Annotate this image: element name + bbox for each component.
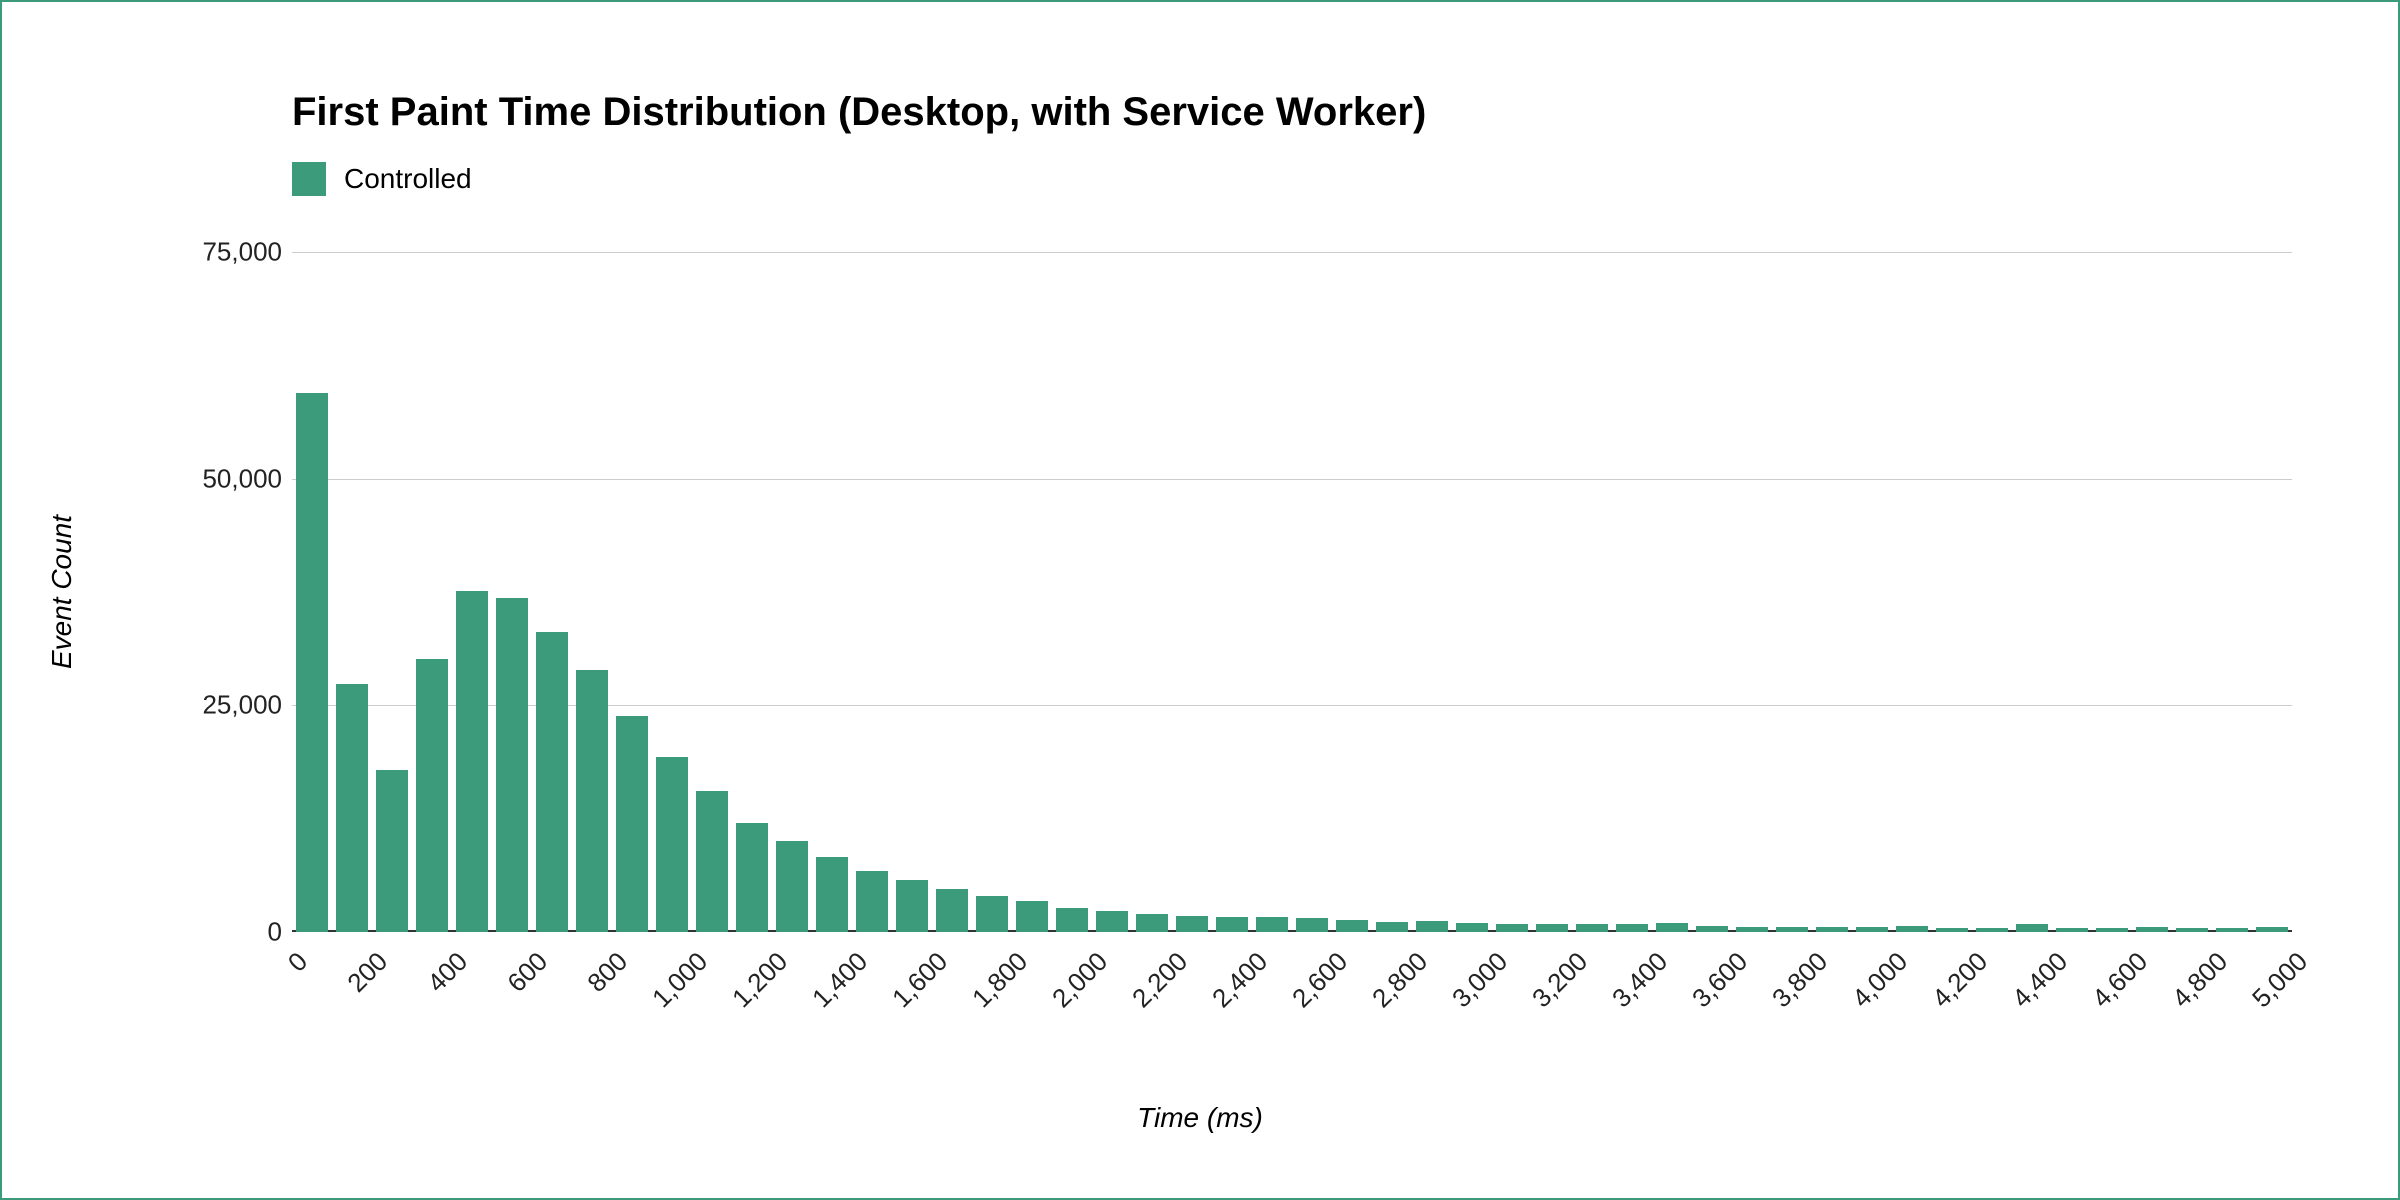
x-tick-label: 4,800	[2166, 946, 2234, 1014]
chart-title: First Paint Time Distribution (Desktop, …	[292, 90, 1426, 135]
bar	[2016, 924, 2049, 932]
bar	[1376, 922, 1409, 932]
x-tick-label: 1,000	[646, 946, 714, 1014]
y-tick-label: 75,000	[192, 237, 282, 268]
x-tick-label: 800	[581, 946, 634, 999]
y-axis-label: Event Count	[46, 515, 78, 669]
bar	[1536, 924, 1569, 932]
bar	[536, 632, 569, 932]
bar	[1936, 928, 1969, 932]
legend: Controlled	[292, 162, 472, 196]
x-tick-label: 4,600	[2086, 946, 2154, 1014]
bar	[1656, 923, 1689, 932]
x-tick-label: 2,800	[1366, 946, 1434, 1014]
legend-swatch-controlled	[292, 162, 326, 196]
x-tick-label: 200	[341, 946, 394, 999]
y-tick-label: 50,000	[192, 463, 282, 494]
x-tick-label: 4,200	[1926, 946, 1994, 1014]
bar	[2056, 928, 2089, 932]
gridline	[292, 252, 2292, 253]
x-tick-label: 1,200	[726, 946, 794, 1014]
bar	[696, 791, 729, 932]
bar	[1736, 927, 1769, 932]
x-tick-label: 2,200	[1126, 946, 1194, 1014]
x-tick-label: 2,000	[1046, 946, 1114, 1014]
bar	[336, 684, 369, 932]
bar	[2216, 928, 2249, 932]
x-tick-label: 2,600	[1286, 946, 1354, 1014]
bar	[1416, 921, 1449, 932]
bar	[376, 770, 409, 932]
x-tick-label: 600	[501, 946, 554, 999]
x-tick-label: 1,400	[806, 946, 874, 1014]
bar	[1856, 927, 1889, 932]
x-tick-label: 400	[421, 946, 474, 999]
x-axis-label: Time (ms)	[2, 1102, 2398, 1134]
bar	[776, 841, 809, 932]
bar	[1096, 911, 1129, 932]
bar	[936, 889, 969, 932]
legend-label-controlled: Controlled	[344, 163, 472, 195]
x-tick-label: 1,800	[966, 946, 1034, 1014]
bar	[1976, 928, 2009, 932]
bar	[1256, 917, 1289, 932]
x-tick-label: 3,000	[1446, 946, 1514, 1014]
bar	[1576, 924, 1609, 932]
x-tick-label: 3,200	[1526, 946, 1594, 1014]
bar	[1816, 927, 1849, 932]
bar	[896, 880, 929, 932]
bar	[2136, 927, 2169, 932]
bar	[1016, 901, 1049, 932]
x-tick-label: 3,400	[1606, 946, 1674, 1014]
bar	[2096, 928, 2129, 932]
bar	[816, 857, 849, 932]
bar	[496, 598, 529, 932]
bar	[1056, 908, 1089, 932]
y-tick-label: 25,000	[192, 690, 282, 721]
bar	[456, 591, 489, 932]
bar	[1296, 918, 1329, 933]
bar	[976, 896, 1009, 932]
bar	[1496, 924, 1529, 932]
bar	[576, 670, 609, 932]
bar	[856, 871, 889, 932]
bar	[416, 659, 449, 932]
bar	[1456, 923, 1489, 932]
bar	[1896, 926, 1929, 932]
x-tick-label: 3,600	[1686, 946, 1754, 1014]
x-tick-label: 1,600	[886, 946, 954, 1014]
bar	[1336, 920, 1369, 932]
x-tick-label: 4,400	[2006, 946, 2074, 1014]
bar	[656, 757, 689, 932]
x-tick-label: 3,800	[1766, 946, 1834, 1014]
x-tick-label: 5,000	[2246, 946, 2314, 1014]
bar	[1776, 927, 1809, 932]
bar	[2256, 927, 2289, 932]
chart-frame: First Paint Time Distribution (Desktop, …	[0, 0, 2400, 1200]
bar	[2176, 928, 2209, 932]
x-tick-label: 0	[282, 946, 314, 978]
bar	[1176, 916, 1209, 932]
x-tick-label: 2,400	[1206, 946, 1274, 1014]
bar	[296, 393, 329, 932]
bar	[616, 716, 649, 932]
plot-area: 025,00050,00075,00002004006008001,0001,2…	[292, 252, 2292, 932]
bar	[736, 823, 769, 932]
x-tick-label: 4,000	[1846, 946, 1914, 1014]
bar	[1136, 914, 1169, 932]
bar	[1696, 926, 1729, 932]
y-tick-label: 0	[192, 917, 282, 948]
gridline	[292, 479, 2292, 480]
bar	[1216, 917, 1249, 932]
bar	[1616, 924, 1649, 932]
